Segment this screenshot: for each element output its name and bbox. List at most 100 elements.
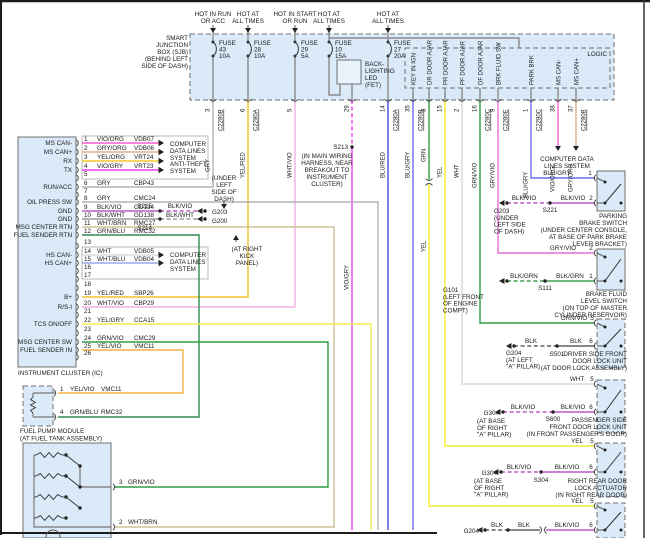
ic-pin-label-9: GND (58, 208, 72, 215)
ic-circuit-22: CCA15 (134, 317, 155, 324)
conn-c2280b-3: C2280B (582, 109, 588, 131)
parking-brake-switch-box (597, 171, 625, 211)
sjb-label: SMARTJUNCTIONBOX (SJB)(BEHIND LEFTSIDE O… (141, 35, 188, 70)
arrow-u-14 (233, 235, 239, 240)
unit-sw-dot-1-2 (620, 280, 623, 283)
unit-pin-socket-8 (594, 443, 596, 449)
conn-c2280a-2: C2280A (394, 109, 400, 131)
ic-pin-socket-8 (77, 199, 79, 205)
g304-rear-label: G304 (482, 470, 498, 477)
blkvio-6d-label: BLK/VIO (555, 464, 580, 471)
wirelabel-yel-2: YEL (438, 166, 444, 178)
sjb-pin-3: 3 (206, 108, 212, 112)
s111-label: S111 (538, 285, 552, 292)
ic-pin-number-6: 6 (84, 180, 88, 187)
ic-wire-color-6: GRY (97, 180, 111, 187)
ground-g304-pass-dot (501, 410, 504, 413)
instrument-cluster-label: INSTRUMENT CLUSTER (IC) (18, 370, 103, 377)
computer-data-lines-2: COMPUTERDATA LINESSYSTEM (170, 252, 206, 273)
g203-left-location: (UNDERLEFTSIDE OFDASH) (211, 175, 236, 203)
fuel-pump-module-box (23, 386, 53, 426)
ic-pin-number-17: 17 (84, 272, 92, 279)
unit-sw-dot-5-2 (620, 529, 623, 532)
fs-pin-socket-2 (113, 524, 115, 530)
ic-pin-number-13: 13 (84, 239, 92, 246)
ic-circuit-10: GD138 (134, 212, 154, 219)
g203-right-label: G203(UNDERLEFT SIDEOF DASH) (494, 208, 526, 235)
fp-pin1-color: YEL/VIO (70, 386, 95, 393)
s215-label: S215 (137, 203, 152, 210)
computer-data-lines-right: COMPUTER DATALINES SYSTEM (540, 156, 594, 170)
blkwht-dash-label: BLK/WHT (166, 212, 194, 219)
g204-fourth-label: G204 (464, 528, 480, 535)
ic-wire-color-14: WHT (97, 248, 111, 255)
wirelabel-blugry-2: BLU/GRY (524, 172, 530, 198)
ic-circuit-8: CMC24 (134, 195, 156, 202)
unit-sw-dot-0-1 (604, 202, 607, 205)
ic-circuit-2: VDB06 (134, 145, 154, 152)
g304-pass-location: (AT BASEOF RIGHT"A" PILLAR) (477, 418, 511, 439)
blkvio-2b-label: BLK/VIO (561, 195, 586, 202)
ic-pin-number-4: 4 (84, 163, 88, 170)
blkgrn-1b-label: BLK/GRN (556, 273, 584, 280)
ic-pin-socket-26 (77, 354, 79, 360)
junction-dot-7 (539, 470, 542, 473)
unit-sw-dot-2-2 (620, 345, 623, 348)
ic-pin-number-16: 16 (84, 264, 92, 271)
sjb-pin-15: 15 (438, 105, 444, 112)
unit-sw-dot-0-2 (620, 202, 623, 205)
computer-data-lines-1: COMPUTERDATA LINESSYSTEM (170, 141, 206, 162)
ic-pin-label-3: RX (63, 158, 73, 165)
feed-4-label: HOT ATALL TIMES (313, 11, 345, 25)
conn-c2280b-2: C2280B (419, 109, 425, 131)
ic-pin-label-11: MSG CENTER RTN (15, 224, 72, 231)
ic-pin-socket-16 (77, 268, 79, 274)
fs-pin-number-3: 3 (119, 479, 123, 486)
ic-circuit-19: SBP26 (134, 290, 154, 297)
ic-pin-number-22: 22 (84, 317, 92, 324)
wiring-diagram-page: 1MS CAN-VIO/ORGVDB072MS CAN+GRY/ORGVDB06… (0, 0, 650, 538)
ic-pin-number-25: 25 (84, 343, 92, 350)
unit-sw-dot-4-0 (604, 449, 607, 452)
s213-location: (IN MAIN WIRINGHARNESS, NEARBREAKOUT TOI… (301, 153, 353, 188)
ground-g203-left-dot (203, 209, 206, 212)
ic-pin-label-10: GND (58, 216, 72, 223)
ic-pin-number-26: 26 (84, 350, 92, 357)
ic-pin-number-20: 20 (84, 300, 92, 307)
s213-label: S213 (333, 144, 348, 151)
wirelabel-gryorg: GRY/ORG (569, 163, 575, 192)
fp-pin4-color: GRN/BLU (70, 409, 98, 416)
conn-c2280a-1: C2280A (254, 109, 260, 131)
unit-pin-socket-0 (594, 175, 596, 181)
sjb-pin-6: 6 (241, 108, 247, 112)
logic-in-pf-door-ajar: PF DOOR AJAR (461, 40, 467, 85)
wirelabel-blured: BLU/RED (381, 151, 387, 178)
arrow-d-2 (292, 28, 298, 33)
ic-pin-socket-24 (77, 339, 79, 345)
ic-pin-number-1: 1 (84, 136, 88, 143)
ic-pin-number-18: 18 (84, 281, 92, 288)
blugry-1-label: BLU/GRY (543, 170, 571, 177)
fp-pin1-circuit: VMC11 (101, 386, 122, 393)
unit-pin-socket-5 (594, 343, 596, 349)
blkvio-6c-label: BLK/VIO (507, 464, 532, 471)
ic-wire-color-25: YEL/VIO (97, 343, 122, 350)
ic-pin-label-22: TCS ON/OFF (34, 321, 72, 328)
grnvio-5-pin: 5 (590, 315, 594, 322)
ic-pin-label-4: TX (64, 167, 73, 174)
junction-dot-1 (158, 217, 161, 220)
ground-g203-right-arrow (499, 200, 505, 206)
feed-5-label: HOT ATALL TIMES (372, 11, 404, 25)
ground-g204-fourth-dot (483, 528, 486, 531)
ic-circuit-3: VRT24 (134, 154, 154, 161)
unit-pin-socket-9 (594, 469, 596, 475)
ic-circuit-20: CBP29 (134, 300, 154, 307)
unit-pin-socket-7 (594, 409, 596, 415)
ic-pin-number-12: 12 (84, 228, 92, 235)
blk-4a-label: BLK (491, 522, 504, 529)
yel-5a-label: YEL (571, 438, 583, 445)
feed-1-label: HOT IN RUNOR ACC (195, 11, 232, 25)
ic-pin-number-21: 21 (84, 308, 92, 315)
unit-sw-dot-2-0 (604, 326, 607, 329)
unit-sw-dot-2-1 (604, 345, 607, 348)
